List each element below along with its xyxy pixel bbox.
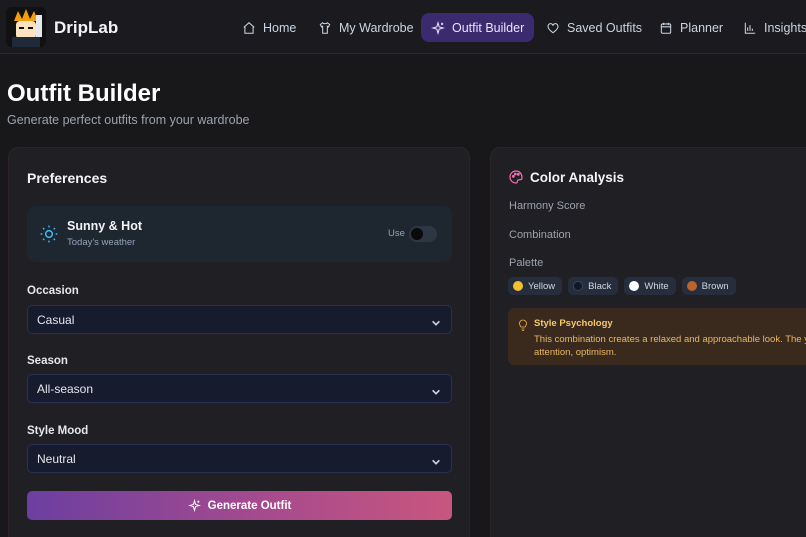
home-icon [243,21,255,34]
color-swatch [629,281,640,291]
sparkles-icon [431,20,445,35]
color-chip-black: Black [568,277,619,295]
color-analysis-title: Color Analysis [530,170,625,185]
style-psychology-line-2: attention, optimism. [534,347,617,358]
style-psychology-line-1: This combination creates a relaxed and a… [534,334,806,345]
toggle-knob [411,228,423,240]
heart-icon [547,22,559,33]
chevron-down-icon [431,315,441,326]
chevron-down-icon [431,454,441,465]
color-chip-label: White [644,280,669,292]
nav-home-label: Home [263,20,297,35]
nav-my-wardrobe[interactable]: My Wardrobe [308,13,424,42]
color-chip-label: Yellow [528,280,556,292]
shirt-icon [319,21,331,34]
color-swatch [513,281,523,291]
weather-panel: Sunny & Hot Today's weather Use [27,206,452,262]
harmony-score-label: Harmony Score [509,200,586,212]
style-psychology-box: Style Psychology This combination create… [508,308,806,365]
style-mood-value: Neutral [37,452,76,466]
style-psychology-text: This combination creates a relaxed and a… [534,333,806,359]
use-weather-label: Use [388,228,405,239]
palette-label: Palette [509,257,544,269]
color-chip-yellow: Yellow [508,277,563,295]
nav-outfit-builder-label: Outfit Builder [452,20,525,35]
palette-icon [509,170,523,184]
style-psychology-title: Style Psychology [534,318,613,329]
season-label: Season [27,355,68,367]
color-analysis-card: Color Analysis Harmony Score Combination… [490,147,806,537]
season-select[interactable]: All-season [27,374,452,403]
style-mood-select[interactable]: Neutral [27,444,452,473]
sun-icon [40,225,58,243]
occasion-value: Casual [37,313,75,327]
use-weather-toggle[interactable] [409,226,437,242]
sparkles-icon [187,499,201,512]
page-title: Outfit Builder [7,80,161,107]
color-chip-label: Brown [701,280,729,292]
page-subtitle: Generate perfect outfits from your wardr… [7,113,250,127]
occasion-label: Occasion [27,285,79,297]
nav-saved-outfits[interactable]: Saved Outfits [536,13,652,42]
color-chip-white: White [624,277,676,295]
color-swatch [573,281,584,291]
chevron-down-icon [431,384,441,395]
nav-my-wardrobe-label: My Wardrobe [339,20,414,35]
nav-saved-outfits-label: Saved Outfits [567,20,643,35]
season-value: All-season [37,382,94,396]
palette-chips: Yellow Black White Brown [508,277,736,295]
weather-condition: Sunny & Hot [67,219,142,233]
bar-chart-icon [744,22,756,34]
top-nav: DripLab Home My Wardrobe Outfit Builder … [0,0,806,54]
color-chip-brown: Brown [681,277,736,295]
brand-name[interactable]: DripLab [54,18,118,38]
generate-outfit-label: Generate Outfit [207,499,292,512]
app-logo[interactable] [6,7,46,47]
nav-insights[interactable]: Insights [733,13,806,42]
calendar-icon [660,22,672,34]
generate-outfit-button[interactable]: Generate Outfit [27,491,452,520]
occasion-select[interactable]: Casual [27,305,452,334]
nav-outfit-builder[interactable]: Outfit Builder [421,13,535,42]
weather-subtitle: Today's weather [67,237,136,248]
nav-planner[interactable]: Planner [649,13,733,42]
preferences-title: Preferences [27,170,108,186]
lightbulb-icon [517,319,529,332]
nav-planner-label: Planner [680,20,724,35]
nav-home[interactable]: Home [232,13,306,42]
style-mood-label: Style Mood [27,425,89,437]
combination-label: Combination [509,229,571,241]
color-chip-label: Black [588,280,612,292]
nav-insights-label: Insights [764,20,806,35]
color-swatch [686,281,697,291]
preferences-card: Preferences Sunny & Hot Today's weather … [8,147,470,537]
